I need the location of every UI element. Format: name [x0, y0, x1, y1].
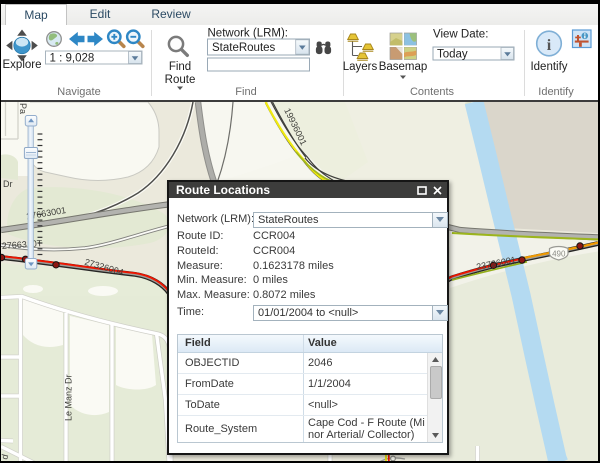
- svg-text:Basemap: Basemap: [379, 61, 428, 73]
- svg-text:Network (LRM):: Network (LRM):: [208, 28, 289, 40]
- svg-text:Identify: Identify: [530, 61, 567, 73]
- svg-text:Route: Route: [165, 74, 196, 86]
- svg-text:1 : 9,028: 1 : 9,028: [50, 52, 95, 64]
- svg-text:Find: Find: [169, 61, 191, 73]
- svg-text:i: i: [547, 37, 552, 54]
- svg-text:Le Manz Dr: Le Manz Dr: [64, 374, 74, 421]
- svg-text:Today: Today: [437, 48, 468, 60]
- svg-text:Dr: Dr: [3, 179, 13, 189]
- svg-text:StateRoutes: StateRoutes: [212, 42, 276, 54]
- svg-text:Explore: Explore: [3, 59, 42, 71]
- svg-text:View Date:: View Date:: [433, 29, 488, 41]
- svg-text:490: 490: [552, 250, 566, 259]
- svg-text:Pa: Pa: [18, 103, 28, 114]
- svg-text:Layers: Layers: [343, 61, 378, 73]
